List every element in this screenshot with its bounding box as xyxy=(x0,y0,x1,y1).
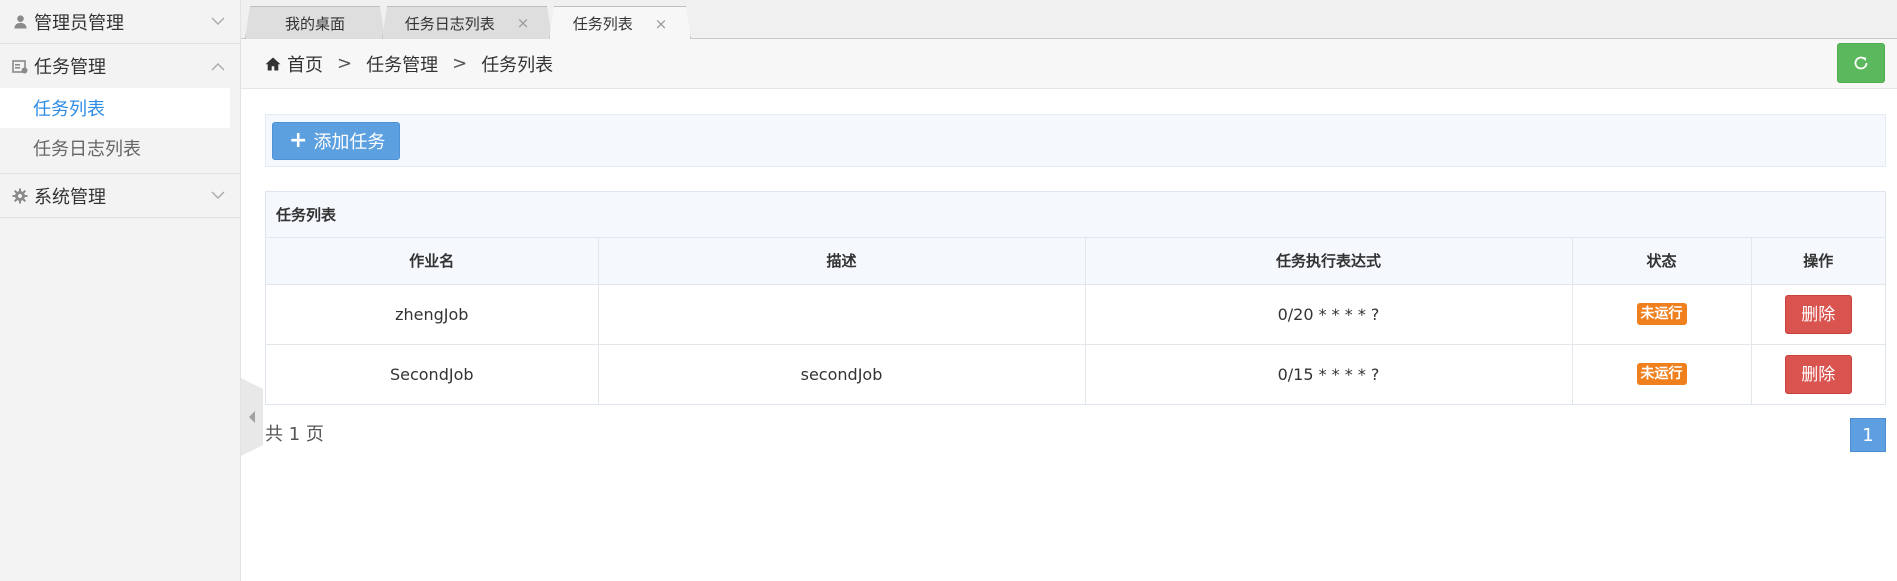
task-icon xyxy=(12,58,28,74)
breadcrumb-current: 任务列表 xyxy=(481,54,554,76)
tab-my-desktop[interactable]: 我的桌面 xyxy=(245,6,385,39)
caret-left-icon xyxy=(249,411,255,423)
add-task-button[interactable]: + 添加任务 xyxy=(272,121,401,160)
column-header-cron: 任务执行表达式 xyxy=(1085,238,1573,285)
column-header-actions: 操作 xyxy=(1751,238,1885,285)
chevron-down-icon xyxy=(210,188,226,204)
chevron-up-icon xyxy=(210,58,226,74)
home-icon xyxy=(265,57,281,71)
menu-label: 管理员管理 xyxy=(34,12,124,34)
cell-actions: 删除 xyxy=(1751,284,1885,345)
breadcrumb: 首页 > 任务管理 > 任务列表 xyxy=(241,39,1897,89)
tab-task-list[interactable]: 任务列表 × xyxy=(549,6,691,40)
tab-bar: 我的桌面 任务日志列表 × 任务列表 × xyxy=(241,0,1897,39)
breadcrumb-separator: > xyxy=(337,53,353,74)
breadcrumb-separator: > xyxy=(452,53,468,74)
cell-description: secondJob xyxy=(598,344,1086,404)
breadcrumb-task-management[interactable]: 任务管理 xyxy=(366,51,438,77)
breadcrumb-home[interactable]: 首页 xyxy=(287,51,323,77)
sidebar-collapse-handle[interactable] xyxy=(241,378,263,456)
pager-summary: 共 1 页 xyxy=(265,424,324,445)
toolbar: + 添加任务 xyxy=(265,114,1886,167)
task-table: 作业名 描述 任务执行表达式 状态 操作 zhengJob 0/20 * * *… xyxy=(266,238,1885,404)
cell-job-name: SecondJob xyxy=(266,344,599,404)
column-header-job-name: 作业名 xyxy=(266,238,599,285)
sidebar: 管理员管理 任务管理 任务列表 任务日志列表 系统管理 xyxy=(0,0,241,581)
delete-button[interactable]: 删除 xyxy=(1784,294,1852,334)
plus-icon: + xyxy=(289,127,308,153)
cell-actions: 删除 xyxy=(1751,344,1885,404)
close-icon[interactable]: × xyxy=(517,14,530,32)
sidebar-item-task-log-list[interactable]: 任务日志列表 xyxy=(0,128,230,168)
chevron-down-icon xyxy=(210,14,226,30)
menu-task-management[interactable]: 任务管理 xyxy=(0,44,240,88)
panel-title: 任务列表 xyxy=(266,192,1885,238)
cell-status: 未运行 xyxy=(1572,284,1752,345)
task-submenu: 任务列表 任务日志列表 xyxy=(0,88,240,174)
gear-icon xyxy=(12,188,28,204)
delete-button[interactable]: 删除 xyxy=(1784,354,1852,394)
cell-cron: 0/15 * * * * ? xyxy=(1085,344,1573,404)
tab-label: 我的桌面 xyxy=(284,14,345,33)
menu-system-management[interactable]: 系统管理 xyxy=(0,174,240,218)
add-task-label: 添加任务 xyxy=(313,131,386,153)
page-number-button[interactable]: 1 xyxy=(1850,418,1886,452)
table-row: zhengJob 0/20 * * * * ? 未运行 删除 xyxy=(266,284,1885,345)
task-table-panel: 任务列表 作业名 描述 任务执行表达式 状态 操作 zhengJob 0/20 … xyxy=(265,191,1886,405)
cell-cron: 0/20 * * * * ? xyxy=(1085,284,1573,345)
refresh-icon xyxy=(1854,56,1868,70)
table-row: SecondJob secondJob 0/15 * * * * ? 未运行 删… xyxy=(266,344,1885,404)
tab-label: 任务列表 xyxy=(572,15,633,33)
cell-status: 未运行 xyxy=(1572,344,1752,404)
status-badge: 未运行 xyxy=(1636,363,1687,386)
refresh-button[interactable] xyxy=(1837,43,1885,83)
cell-job-name: zhengJob xyxy=(266,284,599,345)
tab-task-log-list[interactable]: 任务日志列表 × xyxy=(382,6,552,39)
close-icon[interactable]: × xyxy=(655,15,668,33)
column-header-description: 描述 xyxy=(598,238,1086,285)
menu-label: 系统管理 xyxy=(34,186,106,208)
cell-description xyxy=(598,284,1086,345)
menu-admin-management[interactable]: 管理员管理 xyxy=(0,0,240,44)
tab-label: 任务日志列表 xyxy=(404,14,495,33)
status-badge: 未运行 xyxy=(1636,303,1687,325)
menu-label: 任务管理 xyxy=(34,57,106,78)
sidebar-item-task-list[interactable]: 任务列表 xyxy=(0,88,230,128)
user-icon xyxy=(12,14,28,30)
table-header-row: 作业名 描述 任务执行表达式 状态 操作 xyxy=(266,238,1885,285)
column-header-status: 状态 xyxy=(1572,238,1752,285)
